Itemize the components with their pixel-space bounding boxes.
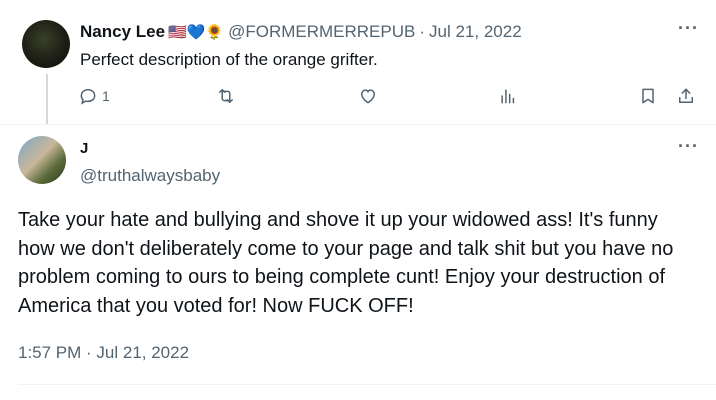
reply-date[interactable]: Jul 21, 2022 [429,22,522,41]
like-button[interactable] [358,86,378,106]
retweet-button[interactable] [216,86,236,106]
views-icon [501,89,515,104]
separator-dot: · [419,22,426,41]
share-icon [679,88,693,103]
avatar[interactable] [22,20,70,68]
retweet-icon [219,89,233,103]
more-icon[interactable]: ··· [678,18,699,39]
more-icon[interactable]: ··· [678,136,699,157]
heart-icon [361,89,375,104]
reply-button[interactable]: 1 [78,86,110,106]
avatar[interactable] [18,136,66,184]
reply-text: Perfect description of the orange grifte… [80,50,378,69]
main-author-handle[interactable]: @truthalwaysbaby [80,166,220,186]
reply-count: 1 [102,88,110,104]
main-author-name[interactable]: J [80,140,88,157]
reply-author-name[interactable]: Nancy Lee [80,22,165,41]
share-button[interactable] [676,86,696,106]
reply-author-handle[interactable]: @FORMERMERREPUB [228,22,415,41]
tweet-text: Take your hate and bullying and shove it… [18,209,674,317]
bookmark-icon [642,88,654,104]
views-button[interactable] [498,86,518,106]
reply-action-bar: 1 [78,86,698,112]
reply-header: Nancy Lee 🇺🇸💙🌻 @FORMERMERREPUB · Jul 21, 202… [80,22,522,42]
reply-author-emojis: 🇺🇸💙🌻 [168,24,225,41]
tweet-timestamp[interactable]: 1:57 PM · Jul 21, 2022 [18,343,189,363]
thread-connector-line [46,74,48,124]
bookmark-button[interactable] [638,86,658,106]
divider [0,124,716,125]
divider [18,384,716,385]
reply-icon [80,88,96,105]
